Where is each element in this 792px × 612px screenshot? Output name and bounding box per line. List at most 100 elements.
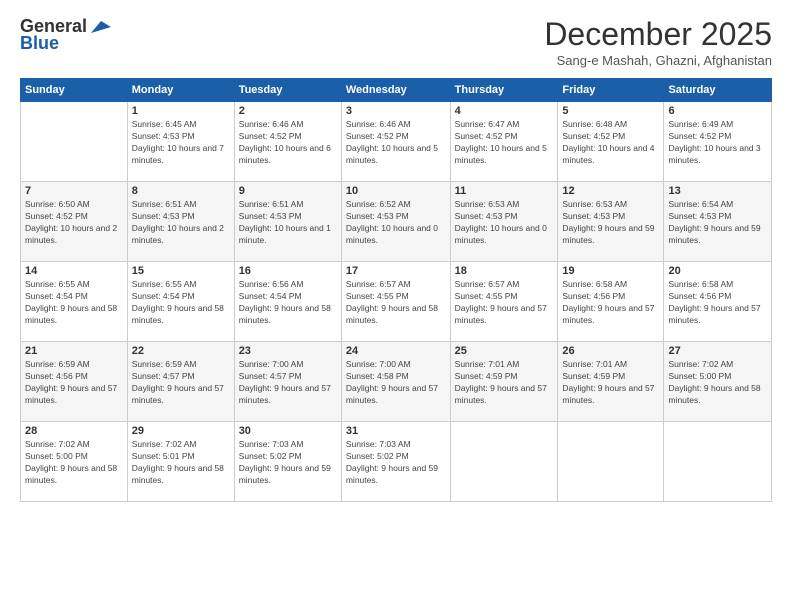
table-row: 17 Sunrise: 6:57 AMSunset: 4:55 PMDayligh… bbox=[341, 262, 450, 342]
day-info: Sunrise: 7:03 AMSunset: 5:02 PMDaylight:… bbox=[239, 439, 337, 487]
col-monday: Monday bbox=[127, 79, 234, 102]
location: Sang-e Mashah, Ghazni, Afghanistan bbox=[544, 53, 772, 68]
day-number: 25 bbox=[455, 345, 554, 357]
month-title: December 2025 bbox=[544, 16, 772, 53]
day-number: 24 bbox=[346, 345, 446, 357]
day-number: 31 bbox=[346, 425, 446, 437]
day-info: Sunrise: 6:58 AMSunset: 4:56 PMDaylight:… bbox=[668, 279, 767, 327]
table-row: 27 Sunrise: 7:02 AMSunset: 5:00 PMDayligh… bbox=[664, 342, 772, 422]
day-info: Sunrise: 7:01 AMSunset: 4:59 PMDaylight:… bbox=[562, 359, 659, 407]
col-wednesday: Wednesday bbox=[341, 79, 450, 102]
table-row: 28 Sunrise: 7:02 AMSunset: 5:00 PMDayligh… bbox=[21, 422, 128, 502]
table-row: 2Sunrise: 6:46 AMSunset: 4:52 PMDaylight… bbox=[234, 102, 341, 182]
table-row: 31 Sunrise: 7:03 AMSunset: 5:02 PMDayligh… bbox=[341, 422, 450, 502]
header: General Blue December 2025 Sang-e Mashah… bbox=[20, 16, 772, 68]
day-info: Sunrise: 6:45 AMSunset: 4:53 PMDaylight:… bbox=[132, 119, 230, 167]
day-info: Sunrise: 6:54 AMSunset: 4:53 PMDaylight:… bbox=[668, 199, 767, 247]
day-number: 3 bbox=[346, 105, 446, 117]
table-row: 8Sunrise: 6:51 AMSunset: 4:53 PMDaylight… bbox=[127, 182, 234, 262]
day-info: Sunrise: 7:02 AMSunset: 5:01 PMDaylight:… bbox=[132, 439, 230, 487]
day-number: 26 bbox=[562, 345, 659, 357]
col-friday: Friday bbox=[558, 79, 664, 102]
day-info: Sunrise: 6:51 AMSunset: 4:53 PMDaylight:… bbox=[132, 199, 230, 247]
table-row bbox=[664, 422, 772, 502]
col-sunday: Sunday bbox=[21, 79, 128, 102]
table-row bbox=[450, 422, 558, 502]
day-info: Sunrise: 6:55 AMSunset: 4:54 PMDaylight:… bbox=[132, 279, 230, 327]
table-row: 26 Sunrise: 7:01 AMSunset: 4:59 PMDayligh… bbox=[558, 342, 664, 422]
day-info: Sunrise: 6:58 AMSunset: 4:56 PMDaylight:… bbox=[562, 279, 659, 327]
table-row: 23Sunrise: 7:00 AMSunset: 4:57 PMDayligh… bbox=[234, 342, 341, 422]
day-info: Sunrise: 6:50 AMSunset: 4:52 PMDaylight:… bbox=[25, 199, 123, 247]
day-number: 12 bbox=[562, 185, 659, 197]
day-info: Sunrise: 6:46 AMSunset: 4:52 PMDaylight:… bbox=[239, 119, 337, 167]
day-number: 19 bbox=[562, 265, 659, 277]
day-number: 10 bbox=[346, 185, 446, 197]
table-row: 19 Sunrise: 6:58 AMSunset: 4:56 PMDayligh… bbox=[558, 262, 664, 342]
table-row: 4 Sunrise: 6:47 AMSunset: 4:52 PMDaylight… bbox=[450, 102, 558, 182]
calendar-header-row: Sunday Monday Tuesday Wednesday Thursday… bbox=[21, 79, 772, 102]
table-row bbox=[21, 102, 128, 182]
day-number: 7 bbox=[25, 185, 123, 197]
logo-icon bbox=[89, 19, 111, 35]
day-info: Sunrise: 6:59 AMSunset: 4:56 PMDaylight:… bbox=[25, 359, 123, 407]
day-info: Sunrise: 6:56 AMSunset: 4:54 PMDaylight:… bbox=[239, 279, 337, 327]
day-info: Sunrise: 7:00 AMSunset: 4:57 PMDaylight:… bbox=[239, 359, 337, 407]
day-info: Sunrise: 6:57 AMSunset: 4:55 PMDaylight:… bbox=[455, 279, 554, 327]
day-info: Sunrise: 6:49 AMSunset: 4:52 PMDaylight:… bbox=[668, 119, 767, 167]
table-row: 5 Sunrise: 6:48 AMSunset: 4:52 PMDaylight… bbox=[558, 102, 664, 182]
day-info: Sunrise: 6:57 AMSunset: 4:55 PMDaylight:… bbox=[346, 279, 446, 327]
day-info: Sunrise: 6:55 AMSunset: 4:54 PMDaylight:… bbox=[25, 279, 123, 327]
table-row: 7 Sunrise: 6:50 AMSunset: 4:52 PMDaylight… bbox=[21, 182, 128, 262]
table-row: 18 Sunrise: 6:57 AMSunset: 4:55 PMDayligh… bbox=[450, 262, 558, 342]
day-info: Sunrise: 6:52 AMSunset: 4:53 PMDaylight:… bbox=[346, 199, 446, 247]
table-row: 3Sunrise: 6:46 AMSunset: 4:52 PMDaylight… bbox=[341, 102, 450, 182]
day-info: Sunrise: 6:59 AMSunset: 4:57 PMDaylight:… bbox=[132, 359, 230, 407]
calendar-page: General Blue December 2025 Sang-e Mashah… bbox=[0, 0, 792, 612]
logo: General Blue bbox=[20, 16, 111, 54]
table-row: 9 Sunrise: 6:51 AMSunset: 4:53 PMDaylight… bbox=[234, 182, 341, 262]
table-row: 1 Sunrise: 6:45 AMSunset: 4:53 PMDaylight… bbox=[127, 102, 234, 182]
table-row: 13 Sunrise: 6:54 AMSunset: 4:53 PMDayligh… bbox=[664, 182, 772, 262]
table-row: 15Sunrise: 6:55 AMSunset: 4:54 PMDayligh… bbox=[127, 262, 234, 342]
day-number: 22 bbox=[132, 345, 230, 357]
day-number: 28 bbox=[25, 425, 123, 437]
day-info: Sunrise: 6:48 AMSunset: 4:52 PMDaylight:… bbox=[562, 119, 659, 167]
day-number: 4 bbox=[455, 105, 554, 117]
day-info: Sunrise: 6:53 AMSunset: 4:53 PMDaylight:… bbox=[562, 199, 659, 247]
day-number: 5 bbox=[562, 105, 659, 117]
day-number: 17 bbox=[346, 265, 446, 277]
day-number: 21 bbox=[25, 345, 123, 357]
day-info: Sunrise: 7:02 AMSunset: 5:00 PMDaylight:… bbox=[25, 439, 123, 487]
table-row: 16 Sunrise: 6:56 AMSunset: 4:54 PMDayligh… bbox=[234, 262, 341, 342]
day-number: 16 bbox=[239, 265, 337, 277]
day-number: 14 bbox=[25, 265, 123, 277]
day-number: 9 bbox=[239, 185, 337, 197]
calendar-week-row: 7 Sunrise: 6:50 AMSunset: 4:52 PMDaylight… bbox=[21, 182, 772, 262]
col-saturday: Saturday bbox=[664, 79, 772, 102]
table-row: 29 Sunrise: 7:02 AMSunset: 5:01 PMDayligh… bbox=[127, 422, 234, 502]
calendar-week-row: 14 Sunrise: 6:55 AMSunset: 4:54 PMDayligh… bbox=[21, 262, 772, 342]
day-info: Sunrise: 6:51 AMSunset: 4:53 PMDaylight:… bbox=[239, 199, 337, 247]
day-info: Sunrise: 6:47 AMSunset: 4:52 PMDaylight:… bbox=[455, 119, 554, 167]
day-info: Sunrise: 7:02 AMSunset: 5:00 PMDaylight:… bbox=[668, 359, 767, 407]
day-info: Sunrise: 7:03 AMSunset: 5:02 PMDaylight:… bbox=[346, 439, 446, 487]
table-row: 21 Sunrise: 6:59 AMSunset: 4:56 PMDayligh… bbox=[21, 342, 128, 422]
day-number: 27 bbox=[668, 345, 767, 357]
day-number: 18 bbox=[455, 265, 554, 277]
table-row: 6 Sunrise: 6:49 AMSunset: 4:52 PMDaylight… bbox=[664, 102, 772, 182]
day-info: Sunrise: 7:01 AMSunset: 4:59 PMDaylight:… bbox=[455, 359, 554, 407]
day-number: 13 bbox=[668, 185, 767, 197]
title-block: December 2025 Sang-e Mashah, Ghazni, Afg… bbox=[544, 16, 772, 68]
day-info: Sunrise: 6:53 AMSunset: 4:53 PMDaylight:… bbox=[455, 199, 554, 247]
table-row: 22 Sunrise: 6:59 AMSunset: 4:57 PMDayligh… bbox=[127, 342, 234, 422]
table-row bbox=[558, 422, 664, 502]
col-tuesday: Tuesday bbox=[234, 79, 341, 102]
table-row: 12 Sunrise: 6:53 AMSunset: 4:53 PMDayligh… bbox=[558, 182, 664, 262]
calendar-week-row: 1 Sunrise: 6:45 AMSunset: 4:53 PMDaylight… bbox=[21, 102, 772, 182]
col-thursday: Thursday bbox=[450, 79, 558, 102]
calendar-week-row: 28 Sunrise: 7:02 AMSunset: 5:00 PMDayligh… bbox=[21, 422, 772, 502]
day-number: 6 bbox=[668, 105, 767, 117]
day-number: 1 bbox=[132, 105, 230, 117]
day-number: 29 bbox=[132, 425, 230, 437]
